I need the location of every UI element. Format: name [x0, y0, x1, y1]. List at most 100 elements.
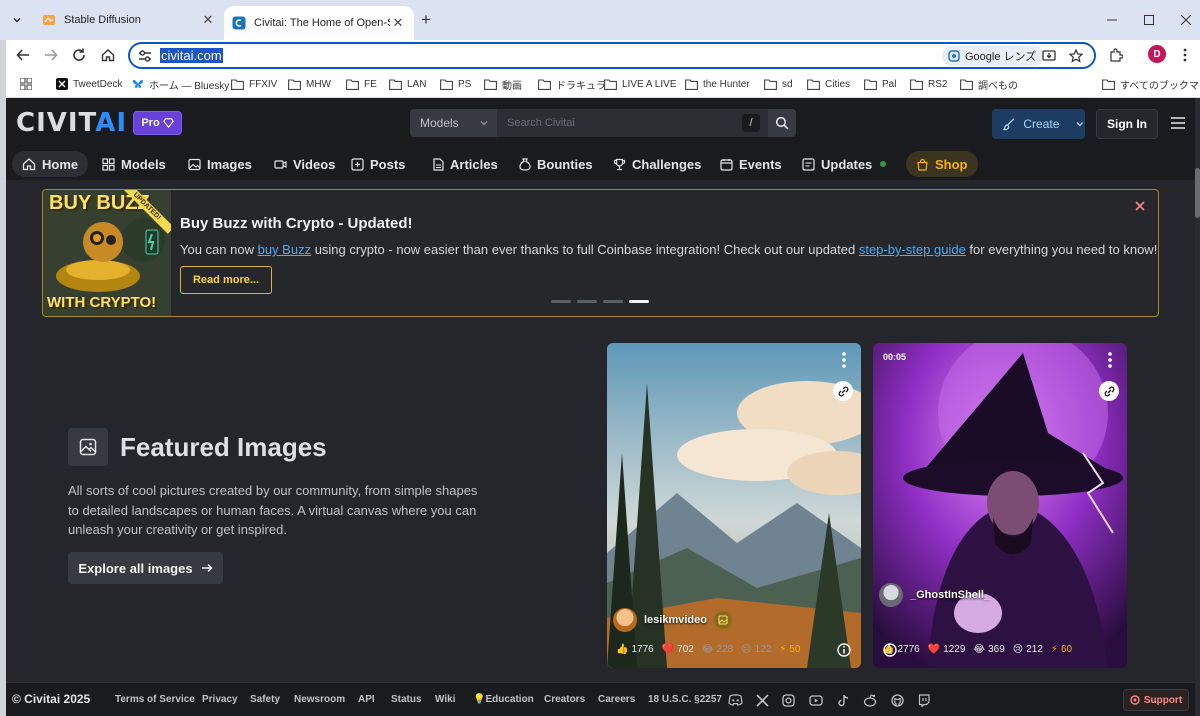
bookmark-item[interactable]: TweetDeck: [56, 77, 122, 91]
nav-challenges[interactable]: Challenges: [613, 151, 701, 177]
close-window-button[interactable]: [1174, 8, 1198, 32]
close-announcement-button[interactable]: [1133, 199, 1147, 213]
nav-models[interactable]: Models: [102, 151, 166, 177]
footer-link-newsroom[interactable]: Newsroom: [294, 694, 345, 705]
creator-username[interactable]: _GhostInShell_: [910, 589, 990, 601]
chevron-down-icon[interactable]: [1075, 119, 1085, 129]
new-tab-button[interactable]: +: [416, 10, 436, 30]
youtube-link[interactable]: [808, 692, 824, 708]
search-input[interactable]: [497, 109, 768, 137]
nav-updates[interactable]: Updates: [802, 151, 887, 177]
url-text[interactable]: civitai.com: [160, 48, 223, 63]
github-link[interactable]: [889, 692, 905, 708]
main-menu-button[interactable]: [1169, 114, 1187, 132]
maximize-button[interactable]: [1137, 8, 1161, 32]
image-card[interactable]: 00:05 _GhostInShell_ 👍 2776 ❤️ 1229 😂 369 😢…: [873, 343, 1127, 668]
profile-avatar[interactable]: D: [1148, 45, 1166, 63]
tab-close-icon[interactable]: ✕: [200, 12, 216, 28]
extensions-button[interactable]: [1105, 44, 1127, 66]
footer-link-wiki[interactable]: Wiki: [435, 694, 455, 705]
site-info-button[interactable]: [136, 47, 154, 65]
nav-videos[interactable]: Videos: [274, 151, 335, 177]
address-bar[interactable]: civitai.com Google レンズ: [128, 42, 1096, 69]
sign-in-button[interactable]: Sign In: [1096, 109, 1158, 139]
pro-badge[interactable]: Pro: [133, 111, 182, 135]
bookmark-folder[interactable]: ドラキュラ: [538, 77, 606, 92]
creator-username[interactable]: lesikmvideo: [644, 614, 707, 626]
read-more-button[interactable]: Read more...: [180, 266, 272, 294]
all-bookmarks-folder[interactable]: すべてのブックマーク: [1102, 77, 1200, 92]
apps-button[interactable]: [20, 77, 37, 91]
nav-posts[interactable]: Posts: [351, 151, 405, 177]
civitai-logo[interactable]: CIVITAI: [16, 110, 127, 136]
footer-link-careers[interactable]: Careers: [598, 694, 635, 705]
bookmark-folder[interactable]: Pal: [864, 77, 896, 91]
support-button[interactable]: Support: [1123, 689, 1189, 711]
search-button[interactable]: [768, 109, 796, 137]
cry-reaction[interactable]: 😢 212: [1010, 639, 1046, 659]
step-by-step-guide-link[interactable]: step-by-step guide: [859, 242, 966, 257]
buzz-tip[interactable]: ⚡ 60: [1048, 639, 1075, 659]
bookmark-folder[interactable]: LIVE A LIVE: [604, 77, 676, 91]
heart-reaction[interactable]: ❤️ 702: [659, 639, 697, 659]
bookmark-folder[interactable]: FE: [346, 77, 377, 91]
cry-reaction[interactable]: 😢 122: [738, 639, 774, 659]
create-button[interactable]: Create: [992, 109, 1085, 139]
reddit-link[interactable]: [862, 692, 878, 708]
bookmark-folder[interactable]: 調べもの: [960, 77, 1018, 92]
footer-link-status[interactable]: Status: [391, 694, 422, 705]
remix-link-button[interactable]: [1099, 381, 1119, 401]
generation-info-button[interactable]: [837, 643, 851, 657]
generation-info-button[interactable]: [883, 643, 897, 657]
browser-tab-civitai[interactable]: Civitai: The Home of Open-Source ✕: [224, 6, 414, 40]
bookmark-folder[interactable]: sd: [764, 77, 793, 91]
laugh-reaction[interactable]: 😂 228: [699, 639, 736, 659]
nav-articles[interactable]: Articles: [432, 151, 498, 177]
card-creator[interactable]: _GhostInShell_: [879, 583, 990, 607]
back-button[interactable]: [12, 44, 34, 66]
image-card[interactable]: lesikmvideo 👍 1776 ❤️ 702 😂 228 😢 122 ⚡ 50: [607, 343, 861, 668]
like-reaction[interactable]: 👍 1776: [613, 639, 657, 659]
avatar[interactable]: [613, 608, 637, 632]
tab-search-button[interactable]: [6, 9, 28, 31]
remix-link-button[interactable]: [833, 381, 853, 401]
card-options-button[interactable]: [1103, 351, 1117, 369]
laugh-reaction[interactable]: 😂 369: [970, 639, 1007, 659]
nav-shop[interactable]: Shop: [906, 151, 978, 177]
bookmark-item[interactable]: ホーム — Bluesky: [132, 77, 229, 92]
bookmark-folder[interactable]: PS: [440, 77, 471, 91]
search-category-select[interactable]: Models: [410, 109, 497, 137]
carousel-dot[interactable]: [577, 300, 597, 303]
bookmark-folder[interactable]: Cities: [807, 77, 850, 91]
card-creator[interactable]: lesikmvideo: [613, 608, 732, 632]
google-lens-button[interactable]: Google レンズ: [942, 46, 1045, 66]
tiktok-link[interactable]: [835, 692, 851, 708]
install-app-button[interactable]: [1040, 47, 1058, 65]
bookmark-folder[interactable]: 動画: [484, 77, 522, 92]
tab-close-icon[interactable]: ✕: [390, 15, 406, 31]
nav-bounties[interactable]: Bounties: [519, 151, 593, 177]
bookmark-folder[interactable]: the Hunter: [685, 77, 750, 91]
nav-home[interactable]: Home: [12, 151, 89, 177]
explore-all-images-button[interactable]: Explore all images: [68, 552, 223, 584]
bookmark-folder[interactable]: RS2: [910, 77, 947, 91]
browser-menu-button[interactable]: [1174, 44, 1196, 66]
scrollbar-thumb[interactable]: [1195, 168, 1200, 218]
home-button[interactable]: [97, 44, 119, 66]
carousel-dot[interactable]: [603, 300, 623, 303]
x-twitter-link[interactable]: [754, 692, 770, 708]
bookmark-folder[interactable]: FFXIV: [231, 77, 277, 91]
nav-images[interactable]: Images: [188, 151, 252, 177]
bookmark-star-button[interactable]: [1067, 47, 1085, 65]
minimize-button[interactable]: [1100, 8, 1124, 32]
bookmark-folder[interactable]: LAN: [389, 77, 426, 91]
footer-link-education[interactable]: 💡Education: [473, 694, 534, 705]
twitch-link[interactable]: [916, 692, 932, 708]
carousel-dot-active[interactable]: [629, 300, 649, 303]
reload-button[interactable]: [68, 44, 90, 66]
discord-link[interactable]: [727, 692, 743, 708]
instagram-link[interactable]: [780, 692, 796, 708]
footer-link-privacy[interactable]: Privacy: [202, 694, 238, 705]
browser-tab-stable-diffusion[interactable]: Stable Diffusion ✕: [34, 6, 224, 34]
footer-link-creators[interactable]: Creators: [544, 694, 585, 705]
